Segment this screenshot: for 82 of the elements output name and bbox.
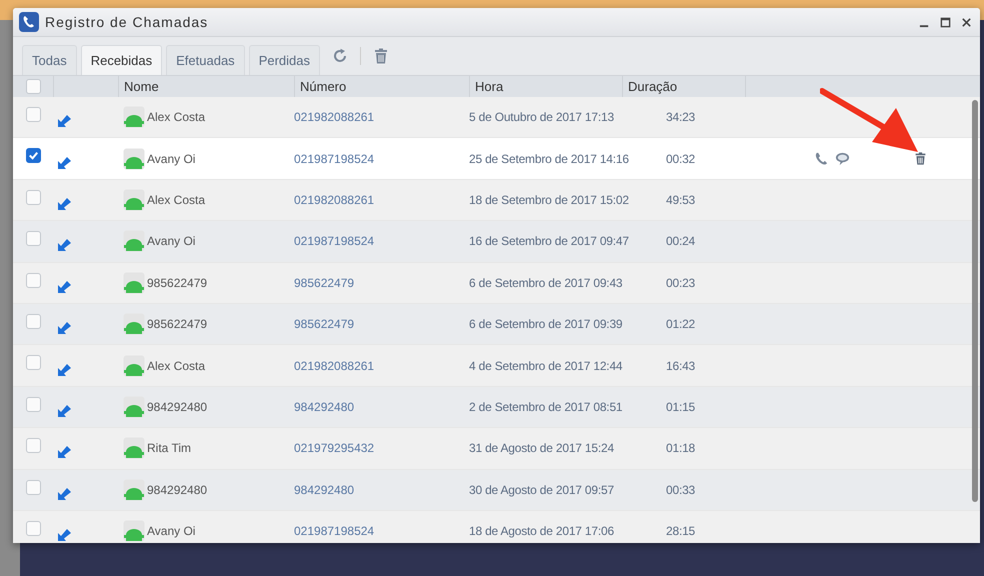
tab[interactable]: Perdidas xyxy=(248,45,320,75)
call-time: 4 de Setembro de 2017 12:44 xyxy=(468,358,622,373)
contact-name: 984292480 xyxy=(147,400,208,414)
tab[interactable]: Todas xyxy=(22,45,77,75)
contact-name: Avany Oi xyxy=(147,524,196,538)
android-avatar-icon xyxy=(123,272,145,294)
call-time: 30 de Agosto de 2017 09:57 xyxy=(468,482,614,497)
phone-icon[interactable] xyxy=(814,151,829,166)
trash-icon[interactable] xyxy=(373,48,389,64)
incoming-arrow-icon xyxy=(56,112,72,128)
contact-name: Rita Tim xyxy=(147,441,192,456)
phone-number: 021982088261 xyxy=(293,110,374,124)
contact-name: Alex Costa xyxy=(147,192,206,207)
contact-name: 985622479 xyxy=(147,317,208,332)
phone-number: 021987198524 xyxy=(293,524,374,538)
android-avatar-icon xyxy=(123,354,145,377)
column-header[interactable]: Duração xyxy=(623,79,678,94)
select-all-checkbox[interactable] xyxy=(26,79,40,94)
tab[interactable]: Efetuadas xyxy=(166,45,245,75)
android-avatar-icon xyxy=(123,478,145,501)
incoming-arrow-icon xyxy=(56,236,72,252)
row-checkbox[interactable] xyxy=(26,272,40,288)
call-time: 6 de Setembro de 2017 09:43 xyxy=(468,276,622,290)
column-header[interactable]: Número xyxy=(295,79,346,94)
contact-name: Avany Oi xyxy=(147,152,196,166)
call-time: 31 de Agosto de 2017 15:24 xyxy=(468,441,614,456)
row-checkbox[interactable] xyxy=(26,148,40,164)
phone-number: 021987198524 xyxy=(293,152,374,166)
row-checkbox[interactable] xyxy=(26,480,40,495)
call-duration: 00:33 xyxy=(665,482,696,497)
incoming-arrow-icon xyxy=(56,526,72,542)
phone-number: 984292480 xyxy=(293,482,354,497)
close-icon[interactable] xyxy=(961,16,972,28)
row-checkbox[interactable] xyxy=(26,314,40,329)
column-header[interactable]: Hora xyxy=(470,79,504,94)
phone-number: 985622479 xyxy=(293,276,354,290)
call-duration: 28:15 xyxy=(665,524,696,538)
android-avatar-icon xyxy=(123,106,145,128)
incoming-arrow-icon xyxy=(56,443,72,460)
android-avatar-icon xyxy=(123,188,145,211)
phone-number: 985622479 xyxy=(293,317,354,332)
incoming-arrow-icon xyxy=(56,319,72,336)
refresh-icon[interactable] xyxy=(332,48,348,64)
android-avatar-icon xyxy=(123,396,145,418)
contact-name: Alex Costa xyxy=(147,358,206,373)
row-checkbox[interactable] xyxy=(26,355,40,370)
phone-number: 021979295432 xyxy=(293,441,374,456)
call-time: 16 de Setembro de 2017 09:47 xyxy=(468,234,629,248)
row-checkbox[interactable] xyxy=(26,438,40,454)
tab[interactable]: Recebidas xyxy=(80,45,162,75)
phone-number: 021982088261 xyxy=(293,192,374,207)
contact-name: 984292480 xyxy=(147,482,208,497)
phone-app-icon xyxy=(19,12,39,32)
phone-number: 021987198524 xyxy=(293,234,374,248)
call-duration: 34:23 xyxy=(665,110,696,124)
call-time: 18 de Setembro de 2017 15:02 xyxy=(468,192,629,207)
call-time: 5 de Outubro de 2017 17:13 xyxy=(468,110,614,124)
row-checkbox[interactable] xyxy=(26,190,40,205)
android-avatar-icon xyxy=(123,230,145,252)
row-checkbox[interactable] xyxy=(26,520,40,536)
android-avatar-icon xyxy=(123,437,145,460)
row-checkbox[interactable] xyxy=(26,396,40,412)
phone-number: 984292480 xyxy=(293,400,354,414)
column-header[interactable]: Nome xyxy=(119,79,159,94)
window-title: Registro de Chamadas xyxy=(45,14,208,30)
call-time: 6 de Setembro de 2017 09:39 xyxy=(468,317,622,332)
contact-name: Avany Oi xyxy=(147,234,196,248)
contact-name: 985622479 xyxy=(147,276,208,290)
contact-name: Alex Costa xyxy=(147,110,206,124)
call-time: 18 de Agosto de 2017 17:06 xyxy=(468,524,614,538)
row-checkbox[interactable] xyxy=(26,107,40,122)
call-time: 2 de Setembro de 2017 08:51 xyxy=(468,400,622,414)
scrollbar[interactable] xyxy=(972,100,978,502)
call-duration: 01:18 xyxy=(665,441,696,456)
android-avatar-icon xyxy=(123,313,145,336)
maximize-icon[interactable] xyxy=(940,16,951,28)
phone-number: 021982088261 xyxy=(293,358,374,373)
trash-icon[interactable] xyxy=(914,152,927,166)
android-avatar-icon xyxy=(123,148,145,170)
message-icon[interactable] xyxy=(835,151,850,166)
row-checkbox[interactable] xyxy=(26,231,40,246)
call-time: 25 de Setembro de 2017 14:16 xyxy=(468,152,629,166)
